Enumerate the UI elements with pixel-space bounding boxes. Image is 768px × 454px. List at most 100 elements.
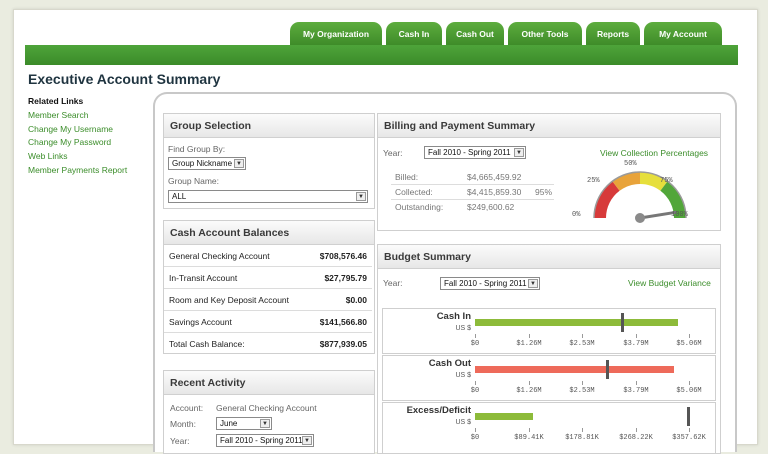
budget-chart-tick-label: $3.79M bbox=[623, 387, 649, 395]
budget-chart-tick bbox=[636, 381, 637, 385]
link-web-links[interactable]: Web Links bbox=[28, 150, 127, 164]
activity-year-value: Fall 2010 - Spring 2011 bbox=[220, 436, 303, 445]
month-value: June bbox=[220, 419, 238, 428]
account-balance: $141,566.80 bbox=[319, 317, 367, 327]
activity-year-select[interactable]: Fall 2010 - Spring 2011 ▼ bbox=[216, 434, 314, 447]
budget-chart-tick-label: $2.53M bbox=[569, 340, 595, 348]
budget-chart-tick bbox=[582, 334, 583, 338]
budget-chart-tick-label: $89.41K bbox=[514, 434, 544, 442]
gauge-label-75: 75% bbox=[660, 177, 673, 185]
link-change-username[interactable]: Change My Username bbox=[28, 123, 127, 137]
account-value: General Checking Account bbox=[216, 403, 317, 413]
tab-reports[interactable]: Reports bbox=[586, 22, 640, 46]
budget-chart-tick bbox=[475, 334, 476, 338]
gauge-label-100: 100% bbox=[671, 211, 688, 219]
budget-chart-bar bbox=[475, 413, 533, 420]
billing-table: Billed: $4,665,459.92 Collected: $4,415,… bbox=[391, 169, 554, 213]
tab-my-account[interactable]: My Account bbox=[644, 22, 722, 46]
budget-year-value: Fall 2010 - Spring 2011 bbox=[444, 279, 527, 288]
budget-chart-tick bbox=[475, 381, 476, 385]
billing-title: Billing and Payment Summary bbox=[378, 114, 720, 138]
table-row: Room and Key Deposit Account $0.00 bbox=[164, 289, 372, 311]
month-select[interactable]: June ▼ bbox=[216, 417, 272, 430]
group-name-value: ALL bbox=[172, 192, 187, 201]
budget-chart-tick bbox=[529, 334, 530, 338]
cash-balances-title: Cash Account Balances bbox=[164, 221, 374, 245]
recent-activity-title: Recent Activity bbox=[164, 371, 374, 395]
budget-year-select[interactable]: Fall 2010 - Spring 2011 ▼ bbox=[440, 277, 540, 290]
outstanding-label: Outstanding: bbox=[395, 202, 444, 212]
nav-bar bbox=[25, 45, 738, 65]
link-member-payments-report[interactable]: Member Payments Report bbox=[28, 164, 127, 178]
budget-chart-tick bbox=[582, 381, 583, 385]
billed-label: Billed: bbox=[395, 172, 419, 182]
account-name: General Checking Account bbox=[169, 251, 270, 261]
budget-chart-unit: US $ bbox=[455, 419, 471, 426]
account-balance: $708,576.46 bbox=[319, 251, 367, 261]
link-member-search[interactable]: Member Search bbox=[28, 109, 127, 123]
billing-year-value: Fall 2010 - Spring 2011 bbox=[428, 148, 511, 157]
budget-chart-title: Excess/Deficit bbox=[406, 405, 471, 416]
budget-chart-tick bbox=[689, 381, 690, 385]
chevron-down-icon: ▼ bbox=[528, 279, 538, 288]
chevron-down-icon: ▼ bbox=[514, 148, 524, 157]
month-label: Month: bbox=[170, 419, 196, 429]
group-selection-title: Group Selection bbox=[164, 114, 374, 138]
budget-chart-bar bbox=[475, 319, 678, 326]
page-title: Executive Account Summary bbox=[28, 71, 221, 87]
budget-chart-marker bbox=[606, 360, 609, 379]
table-row: In-Transit Account $27,795.79 bbox=[164, 267, 372, 289]
account-balance: $877,939.05 bbox=[319, 339, 367, 349]
gauge-label-25: 25% bbox=[587, 177, 600, 185]
gauge-hub bbox=[635, 213, 645, 223]
tab-my-organization[interactable]: My Organization bbox=[290, 22, 382, 46]
cash-balances-panel: Cash Account Balances General Checking A… bbox=[163, 220, 375, 354]
chevron-down-icon: ▼ bbox=[260, 419, 270, 428]
tab-other-tools[interactable]: Other Tools bbox=[508, 22, 582, 46]
view-collection-percentages-link[interactable]: View Collection Percentages bbox=[600, 148, 708, 158]
gauge-label-0: 0% bbox=[572, 211, 581, 219]
find-group-value: Group Nickname bbox=[172, 159, 233, 168]
billing-year-select[interactable]: Fall 2010 - Spring 2011 ▼ bbox=[424, 146, 526, 159]
tab-cash-in[interactable]: Cash In bbox=[386, 22, 442, 46]
group-name-select[interactable]: ALL ▼ bbox=[168, 190, 368, 203]
budget-chart-tick-label: $1.26M bbox=[516, 387, 542, 395]
budget-chart-unit: US $ bbox=[455, 372, 471, 379]
table-row-total: Total Cash Balance: $877,939.05 bbox=[164, 333, 372, 355]
budget-year-label: Year: bbox=[383, 278, 403, 288]
budget-chart-tick bbox=[689, 428, 690, 432]
account-name: In-Transit Account bbox=[169, 273, 238, 283]
link-change-password[interactable]: Change My Password bbox=[28, 136, 127, 150]
collected-value: $4,415,859.30 bbox=[467, 187, 522, 197]
account-balance: $27,795.79 bbox=[324, 273, 367, 283]
budget-chart-tick bbox=[636, 428, 637, 432]
budget-chart-tick-label: $0 bbox=[470, 434, 480, 442]
account-name: Total Cash Balance: bbox=[169, 339, 245, 349]
year-label: Year: bbox=[170, 436, 190, 446]
tab-cash-out[interactable]: Cash Out bbox=[446, 22, 504, 46]
budget-chart-tick bbox=[529, 428, 530, 432]
budget-chart-tick bbox=[689, 334, 690, 338]
view-budget-variance-link[interactable]: View Budget Variance bbox=[628, 278, 711, 288]
account-balance: $0.00 bbox=[345, 295, 367, 305]
budget-title: Budget Summary bbox=[378, 245, 720, 269]
chevron-down-icon: ▼ bbox=[234, 159, 244, 168]
budget-chart-tick bbox=[529, 381, 530, 385]
find-group-select[interactable]: Group Nickname ▼ bbox=[168, 157, 246, 170]
collected-percent: 95% bbox=[535, 187, 553, 197]
table-row: Savings Account $141,566.80 bbox=[164, 311, 372, 333]
group-name-label: Group Name: bbox=[168, 176, 220, 186]
budget-chart-tick-label: $2.53M bbox=[569, 387, 595, 395]
budget-chart-tick-label: $3.79M bbox=[623, 340, 649, 348]
budget-chart-unit: US $ bbox=[455, 325, 471, 332]
chevron-down-icon: ▼ bbox=[356, 192, 366, 201]
budget-chart-marker bbox=[687, 407, 690, 426]
budget-chart-bar bbox=[475, 366, 674, 373]
account-name: Room and Key Deposit Account bbox=[169, 295, 290, 305]
billed-value: $4,665,459.92 bbox=[467, 172, 522, 182]
budget-chart-tick bbox=[582, 428, 583, 432]
budget-chart-tick-label: $1.26M bbox=[516, 340, 542, 348]
related-links-heading: Related Links bbox=[28, 96, 84, 106]
budget-chart-tick-label: $268.22K bbox=[619, 434, 653, 442]
budget-chart-tick bbox=[475, 428, 476, 432]
